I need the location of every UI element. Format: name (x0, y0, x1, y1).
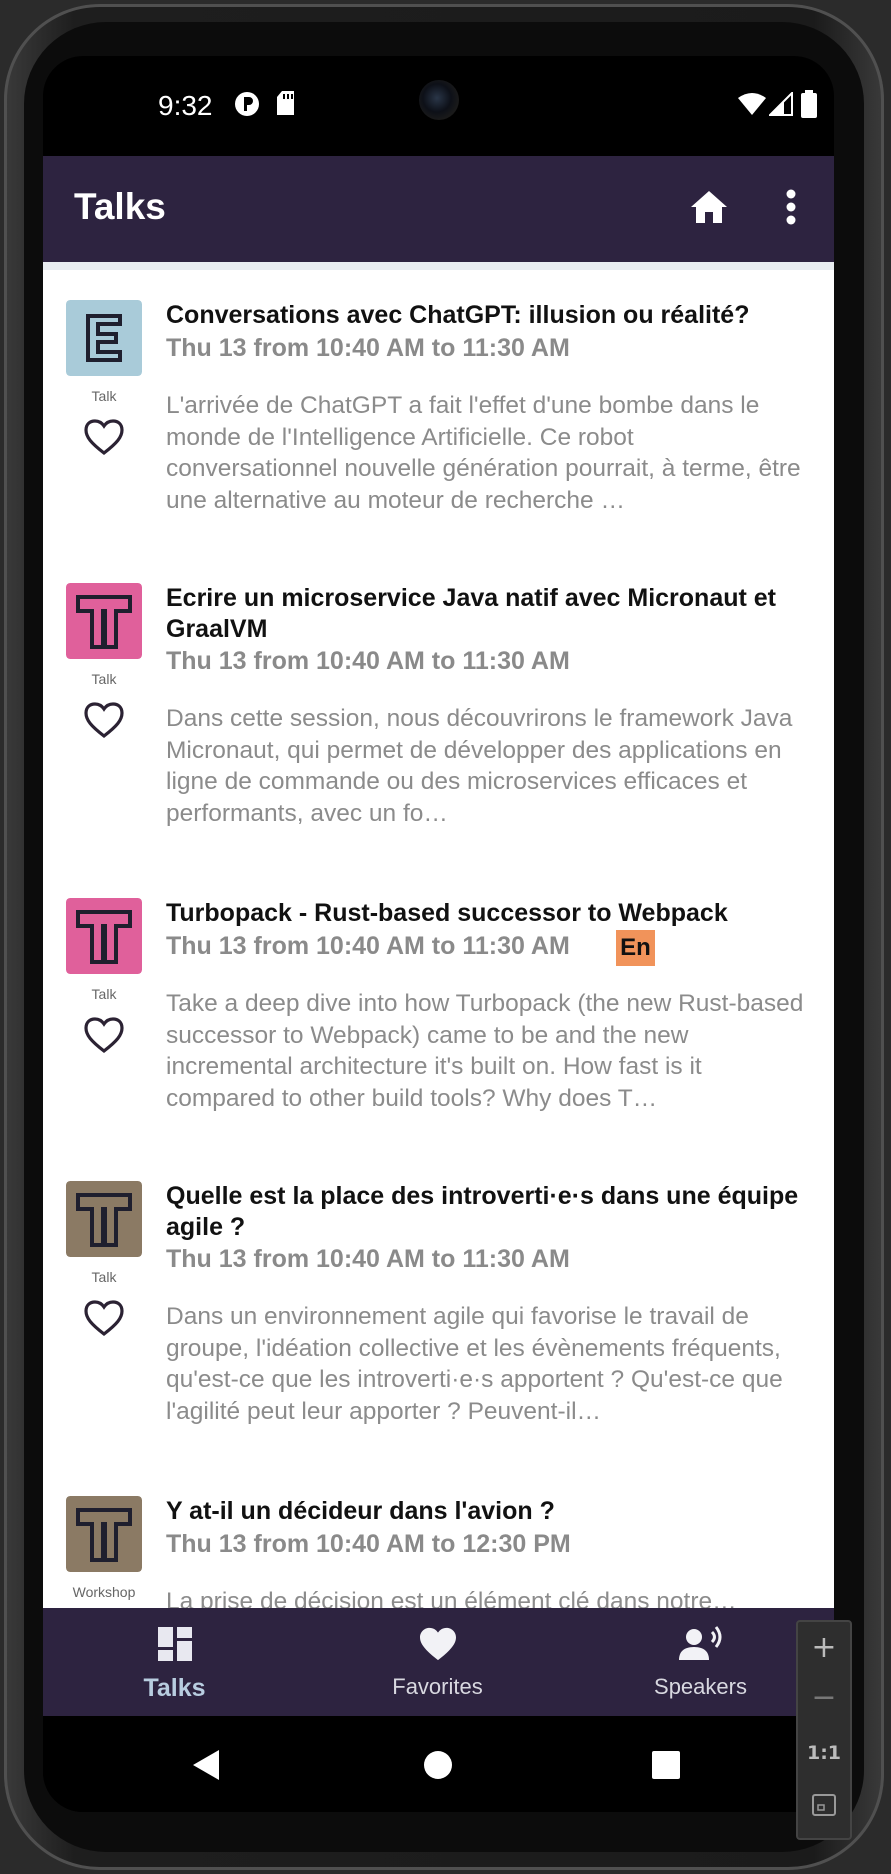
app-bar: Talks (43, 156, 834, 262)
emulator-zoom-toolbar: + − 1:1 (796, 1620, 852, 1840)
device-screen: 9:32 Talks Talk Conversations avec ChatG… (43, 56, 834, 1812)
talk-description: L'arrivée de ChatGPT a fait l'effet d'un… (166, 392, 801, 514)
favorite-heart-icon[interactable] (83, 418, 125, 456)
talk-item[interactable]: Talk Ecrire un microservice Java natif a… (43, 583, 834, 843)
talk-title: Turbopack - Rust-based successor to Webp… (166, 899, 728, 927)
talk-kind-label: Workshop (72, 1584, 136, 1600)
talk-title: Conversations avec ChatGPT: illusion ou … (166, 301, 750, 329)
talk-time: Thu 13 from 10:40 AM to 11:30 AM (166, 647, 570, 675)
talk-item[interactable]: Talk Conversations avec ChatGPT: illusio… (43, 300, 834, 540)
nav-label-favorites: Favorites (392, 1674, 483, 1699)
front-camera (419, 80, 459, 120)
speaker-voice-icon (678, 1626, 721, 1660)
status-time: 9:32 (158, 90, 213, 121)
wifi-icon (738, 93, 766, 115)
talk-item[interactable]: Talk Quelle est la place des introverti·… (43, 1181, 834, 1441)
overflow-menu-icon[interactable] (785, 188, 797, 226)
talk-description: Dans cette session, nous découvrirons le… (166, 705, 793, 827)
nav-tab-talks[interactable]: Talks (43, 1608, 306, 1716)
actual-size-button[interactable]: 1:1 (798, 1742, 850, 1764)
status-bar: 9:32 (43, 56, 834, 156)
favorite-heart-icon[interactable] (83, 1016, 125, 1054)
talk-kind-label: Talk (91, 986, 117, 1002)
talk-category-icon (66, 1181, 142, 1257)
home-circle-icon[interactable] (423, 1750, 453, 1780)
bottom-navigation: Talks Favorites Speakers (43, 1608, 834, 1716)
battery-icon (801, 90, 817, 118)
talk-kind-label: Talk (91, 1269, 117, 1285)
fit-screen-icon[interactable] (812, 1794, 836, 1816)
dashboard-icon (157, 1627, 192, 1661)
nav-label-speakers: Speakers (654, 1674, 747, 1699)
zoom-out-button[interactable]: − (798, 1680, 850, 1715)
talk-title: Ecrire un microservice Java natif avec M… (166, 584, 776, 643)
favorite-heart-icon[interactable] (83, 701, 125, 739)
back-icon[interactable] (191, 1748, 221, 1782)
talk-category-icon (66, 300, 142, 376)
talk-kind-label: Talk (91, 671, 117, 687)
talk-time: Thu 13 from 10:40 AM to 12:30 PM (166, 1530, 571, 1558)
talk-list[interactable]: Talk Conversations avec ChatGPT: illusio… (43, 262, 834, 1616)
favorite-heart-icon[interactable] (83, 1299, 125, 1337)
talk-title: Quelle est la place des introverti·e·s d… (166, 1182, 799, 1241)
cell-signal-icon (769, 92, 793, 116)
talk-category-icon (66, 583, 142, 659)
nav-tab-speakers[interactable]: Speakers (569, 1608, 832, 1716)
recents-icon[interactable] (651, 1750, 681, 1780)
talk-kind-label: Talk (91, 388, 117, 404)
talk-description: Take a deep dive into how Turbopack (the… (166, 990, 804, 1112)
nav-label-talks: Talks (143, 1674, 206, 1702)
talk-time: Thu 13 from 10:40 AM to 11:30 AM (166, 1245, 570, 1273)
talk-time: Thu 13 from 10:40 AM to 11:30 AM (166, 334, 570, 362)
page-title: Talks (74, 186, 166, 227)
home-icon[interactable] (690, 190, 728, 224)
talk-item[interactable]: Talk Turbopack - Rust-based successor to… (43, 898, 834, 1128)
system-navigation-bar (43, 1716, 834, 1812)
talk-category-icon (66, 898, 142, 974)
language-badge: En (616, 930, 655, 966)
sd-card-icon (277, 91, 294, 115)
talk-time: Thu 13 from 10:40 AM to 11:30 AM (166, 932, 570, 960)
play-protect-icon (235, 92, 259, 116)
heart-icon (419, 1627, 456, 1661)
talk-item[interactable]: Workshop Y at-il un décideur dans l'avio… (43, 1496, 834, 1616)
workshop-category-icon (66, 1496, 142, 1572)
nav-tab-favorites[interactable]: Favorites (306, 1608, 569, 1716)
zoom-in-button[interactable]: + (798, 1630, 850, 1665)
talk-description: Dans un environnement agile qui favorise… (166, 1303, 783, 1425)
talk-title: Y at-il un décideur dans l'avion ? (166, 1497, 555, 1525)
